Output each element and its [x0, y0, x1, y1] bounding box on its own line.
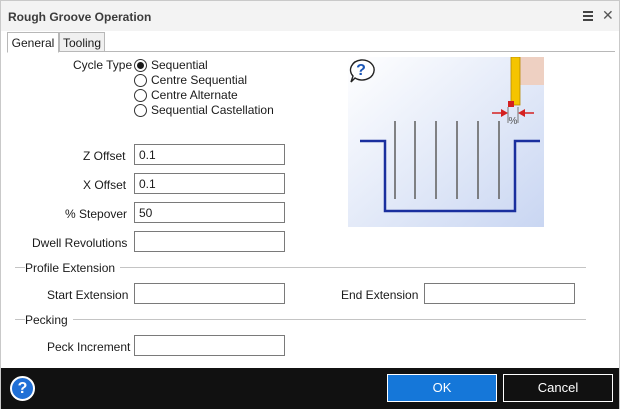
peck-increment-field[interactable] — [134, 335, 285, 356]
radio-button[interactable] — [134, 88, 147, 102]
dwell-revolutions-field[interactable] — [134, 231, 285, 252]
pecking-title: Pecking — [25, 313, 73, 327]
tab-tooling[interactable]: Tooling — [59, 32, 105, 52]
radio-label-centre-alternate: Centre Alternate — [151, 88, 238, 102]
tab-general[interactable]: General — [7, 32, 59, 53]
dialog-footer: ? OK Cancel — [1, 368, 619, 409]
start-extension-label: Start Extension — [47, 288, 129, 302]
tool-tip — [508, 101, 514, 107]
ok-button[interactable]: OK — [387, 374, 497, 402]
diagram-help-glyph: ? — [356, 62, 366, 79]
profile-extension-title: Profile Extension — [25, 261, 121, 275]
x-offset-field[interactable] — [134, 173, 285, 194]
z-offset-label: Z Offset — [83, 149, 126, 163]
radio-centre-alternate[interactable]: Centre Alternate — [134, 88, 238, 102]
radio-button-checked[interactable] — [134, 58, 147, 72]
title-bar: Rough Groove Operation ✕ — [1, 1, 619, 31]
tool-holder — [520, 57, 544, 85]
radio-label-sequential-castellation: Sequential Castellation — [151, 103, 274, 117]
groove-diagram-svg: ? % — [348, 56, 544, 227]
groove-tool — [510, 56, 521, 106]
radio-button[interactable] — [134, 73, 147, 87]
stepover-symbol: % — [509, 116, 518, 127]
start-extension-field[interactable] — [134, 283, 285, 304]
radio-centre-sequential[interactable]: Centre Sequential — [134, 73, 247, 87]
stepover-label: % Stepover — [65, 207, 128, 221]
groove-diagram: ? % — [348, 56, 544, 227]
end-extension-label: End Extension — [341, 288, 419, 302]
radio-label-sequential: Sequential — [151, 58, 208, 72]
radio-sequential-castellation[interactable]: Sequential Castellation — [134, 103, 274, 117]
help-icon[interactable]: ? — [10, 376, 35, 401]
dialog-window: Rough Groove Operation ✕ General Tooling… — [0, 0, 620, 409]
window-title: Rough Groove Operation — [8, 10, 152, 24]
radio-button[interactable] — [134, 103, 147, 117]
cycle-type-label: Cycle Type — [73, 58, 133, 72]
dwell-revolutions-label: Dwell Revolutions — [32, 236, 128, 250]
end-extension-field[interactable] — [424, 283, 575, 304]
pecking-divider — [15, 319, 586, 320]
peck-increment-label: Peck Increment — [47, 340, 131, 354]
close-icon[interactable]: ✕ — [602, 8, 614, 22]
hamburger-menu-icon[interactable] — [583, 11, 593, 22]
z-offset-field[interactable] — [134, 144, 285, 165]
radio-label-centre-sequential: Centre Sequential — [151, 73, 248, 87]
x-offset-label: X Offset — [83, 178, 127, 192]
cancel-button[interactable]: Cancel — [503, 374, 613, 402]
radio-sequential[interactable]: Sequential — [134, 58, 208, 72]
stepover-field[interactable] — [134, 202, 285, 223]
